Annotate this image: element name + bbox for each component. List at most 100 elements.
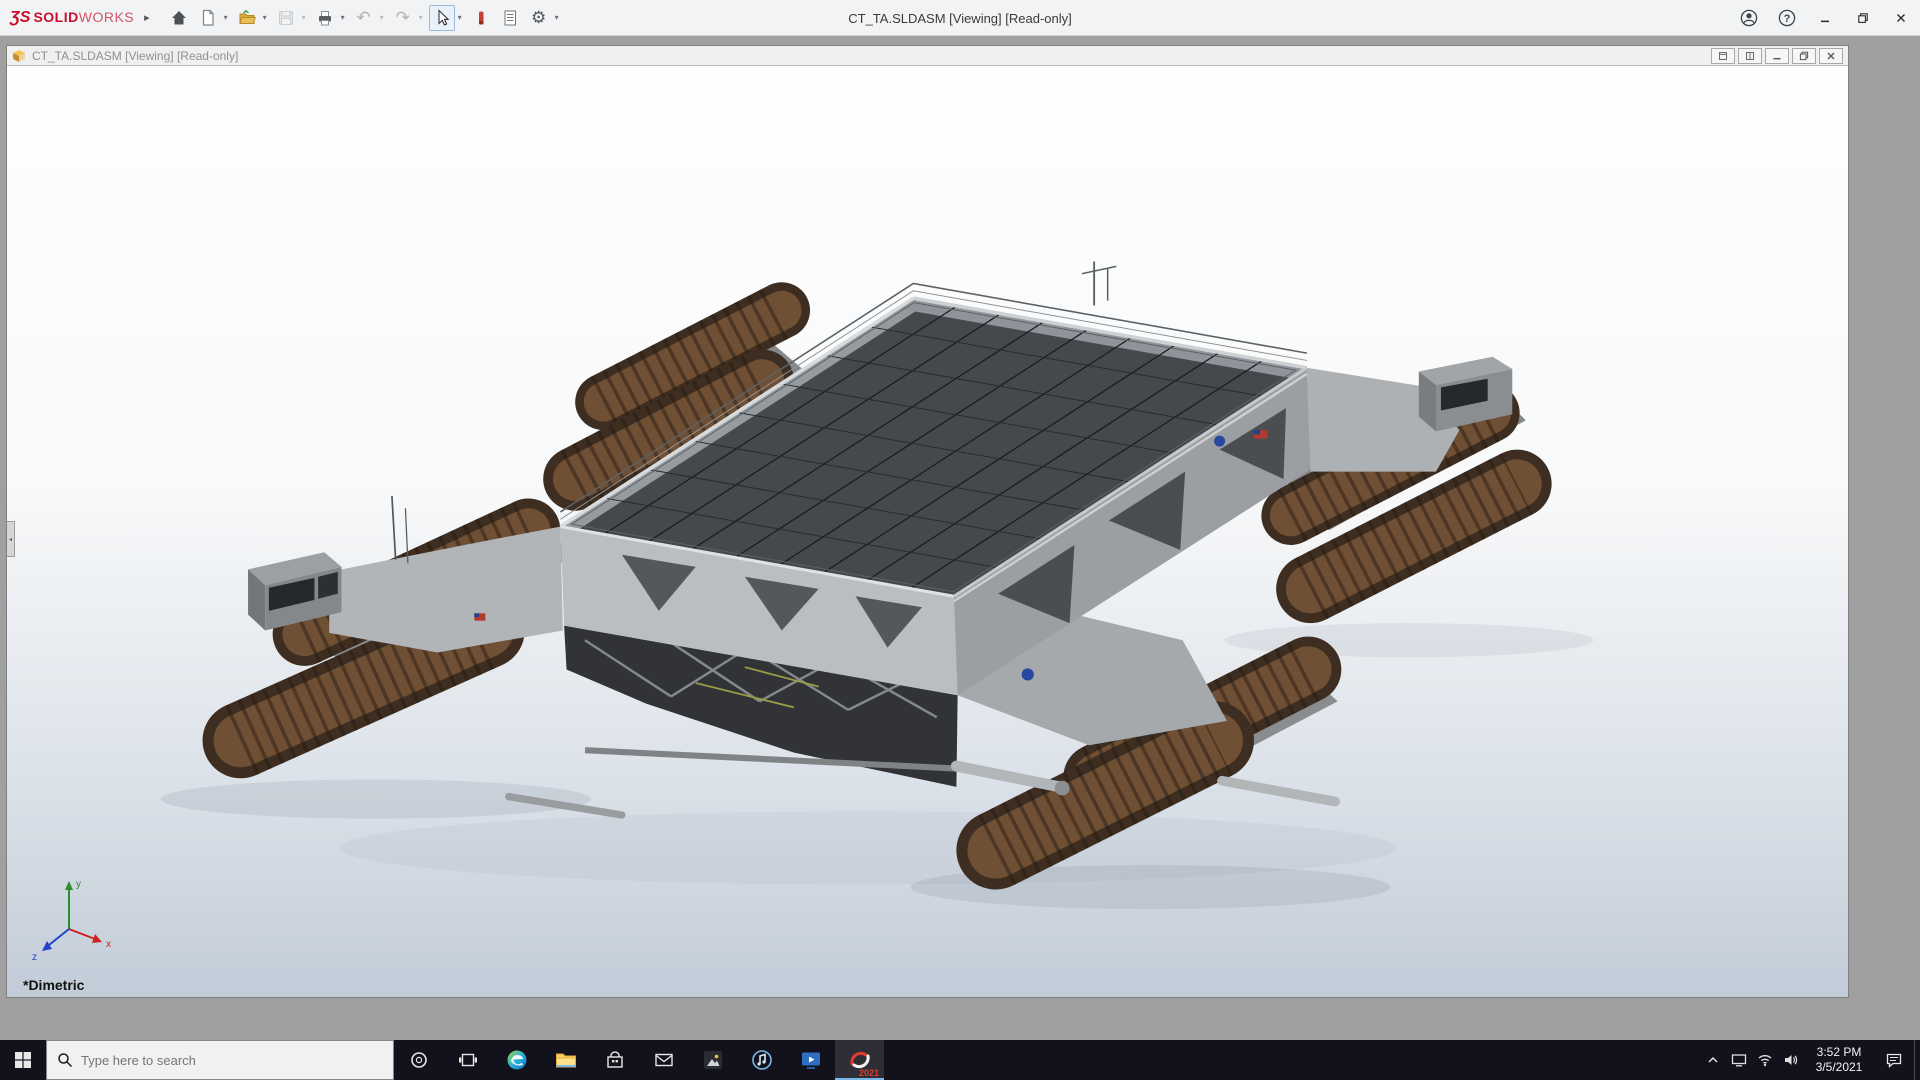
taskbar-search[interactable] xyxy=(46,1040,394,1080)
view-orientation-label: *Dimetric xyxy=(23,977,84,993)
open-button[interactable] xyxy=(234,5,260,31)
task-view-icon xyxy=(458,1050,478,1070)
save-button[interactable] xyxy=(273,5,299,31)
photos-button[interactable] xyxy=(688,1040,737,1080)
task-pane-collapse-tab[interactable]: ◂ xyxy=(7,521,15,557)
undo-button[interactable]: ↶ xyxy=(351,5,377,31)
system-tray: 3:52 PM 3/5/2021 xyxy=(1700,1040,1920,1080)
print-icon xyxy=(315,8,335,28)
doc-restore-button[interactable] xyxy=(1792,48,1816,64)
help-icon: ? xyxy=(1777,8,1797,28)
doc-minimize-button[interactable] xyxy=(1765,48,1789,64)
restore-icon xyxy=(1857,12,1869,24)
print-dropdown[interactable]: ▾ xyxy=(338,13,348,22)
store-icon xyxy=(604,1049,626,1071)
app-title-bar[interactable]: ƷS SOLID WORKS ▸ ▾ ▾ ▾ xyxy=(0,0,1920,36)
account-icon xyxy=(1739,8,1759,28)
edge-icon xyxy=(505,1048,529,1072)
action-center-button[interactable] xyxy=(1874,1040,1914,1080)
redo-dropdown[interactable]: ▾ xyxy=(416,13,426,22)
triad-z-label: z xyxy=(32,952,37,961)
save-icon xyxy=(276,8,296,28)
windows-taskbar: 2021 3:52 PM 3/5/2021 xyxy=(0,1040,1920,1080)
svg-text:?: ? xyxy=(1784,13,1791,25)
doc-window-tile-button-1[interactable] xyxy=(1711,48,1735,64)
open-dropdown[interactable]: ▾ xyxy=(260,13,270,22)
close-icon xyxy=(1826,51,1836,61)
display-icon xyxy=(1731,1052,1747,1068)
select-tool-dropdown[interactable]: ▾ xyxy=(455,13,465,22)
gear-icon: ⚙ xyxy=(531,9,546,26)
restore-button[interactable] xyxy=(1844,0,1882,36)
tray-network-button[interactable] xyxy=(1752,1040,1778,1080)
select-tool-button[interactable] xyxy=(429,5,455,31)
mail-button[interactable] xyxy=(639,1040,688,1080)
minimize-button[interactable] xyxy=(1806,0,1844,36)
doc-close-button[interactable] xyxy=(1819,48,1843,64)
cortana-icon xyxy=(409,1050,429,1070)
options-dropdown[interactable]: ▾ xyxy=(552,13,562,22)
store-button[interactable] xyxy=(590,1040,639,1080)
save-dropdown[interactable]: ▾ xyxy=(299,13,309,22)
task-view-button[interactable] xyxy=(443,1040,492,1080)
media-player-button[interactable] xyxy=(737,1040,786,1080)
graphics-viewport[interactable]: y x z *Dimetric ◂ xyxy=(7,66,1848,997)
chevron-up-icon xyxy=(1707,1054,1719,1066)
new-document-button[interactable] xyxy=(195,5,221,31)
tray-volume-button[interactable] xyxy=(1778,1040,1804,1080)
edge-browser-button[interactable] xyxy=(492,1040,541,1080)
home-icon xyxy=(169,8,189,28)
document-window: CT_TA.SLDASM [Viewing] [Read-only] xyxy=(6,45,1849,998)
document-title: CT_TA.SLDASM [Viewing] [Read-only] xyxy=(32,49,238,63)
account-button[interactable] xyxy=(1730,0,1768,36)
file-explorer-button[interactable] xyxy=(541,1040,590,1080)
taskbar-clock[interactable]: 3:52 PM 3/5/2021 xyxy=(1804,1045,1874,1075)
options-button[interactable]: ⚙ xyxy=(526,5,552,31)
cortana-button[interactable] xyxy=(394,1040,443,1080)
tray-display-button[interactable] xyxy=(1726,1040,1752,1080)
dassault-mark: ƷS xyxy=(10,9,30,27)
document-title-bar[interactable]: CT_TA.SLDASM [Viewing] [Read-only] xyxy=(7,46,1848,66)
triad-y-label: y xyxy=(76,879,81,890)
menu-flyout-arrow-icon[interactable]: ▸ xyxy=(144,11,150,24)
triad-x-label: x xyxy=(106,939,111,950)
new-document-icon xyxy=(198,8,218,28)
crawler-transporter-model xyxy=(7,66,1848,997)
hidden-icons-chevron[interactable] xyxy=(1700,1040,1726,1080)
orientation-triad[interactable]: y x z xyxy=(29,873,119,961)
action-center-icon xyxy=(1885,1051,1903,1069)
mail-icon xyxy=(653,1049,675,1071)
restore-icon xyxy=(1799,51,1809,61)
redo-button[interactable]: ↷ xyxy=(390,5,416,31)
clock-time: 3:52 PM xyxy=(1804,1045,1874,1060)
print-button[interactable] xyxy=(312,5,338,31)
document-properties-button[interactable] xyxy=(497,5,523,31)
window-tile-icon xyxy=(1718,51,1728,61)
network-wifi-icon xyxy=(1757,1052,1773,1068)
photos-icon xyxy=(701,1048,725,1072)
search-input[interactable] xyxy=(81,1053,383,1068)
movies-tv-button[interactable] xyxy=(786,1040,835,1080)
start-button[interactable] xyxy=(0,1040,46,1080)
minimize-icon xyxy=(1772,51,1782,61)
doc-window-tile-button-2[interactable] xyxy=(1738,48,1762,64)
open-folder-icon xyxy=(237,8,257,28)
properties-icon xyxy=(500,8,520,28)
show-desktop-button[interactable] xyxy=(1914,1040,1920,1080)
red-marker-icon xyxy=(471,8,491,28)
solidworks-app-window: ƷS SOLID WORKS ▸ ▾ ▾ ▾ xyxy=(0,0,1920,1080)
file-explorer-icon xyxy=(554,1048,578,1072)
movies-tv-icon xyxy=(799,1048,823,1072)
undo-icon: ↶ xyxy=(357,9,371,26)
markup-tool-button[interactable] xyxy=(468,5,494,31)
windows-logo-icon xyxy=(14,1051,32,1069)
help-button[interactable]: ? xyxy=(1768,0,1806,36)
home-button[interactable] xyxy=(166,5,192,31)
undo-dropdown[interactable]: ▾ xyxy=(377,13,387,22)
window-tile-icon xyxy=(1745,51,1755,61)
select-cursor-icon xyxy=(432,8,452,28)
solidworks-taskbar-button[interactable]: 2021 xyxy=(835,1040,884,1080)
new-document-dropdown[interactable]: ▾ xyxy=(221,13,231,22)
close-button[interactable] xyxy=(1882,0,1920,36)
speaker-icon xyxy=(1783,1052,1799,1068)
